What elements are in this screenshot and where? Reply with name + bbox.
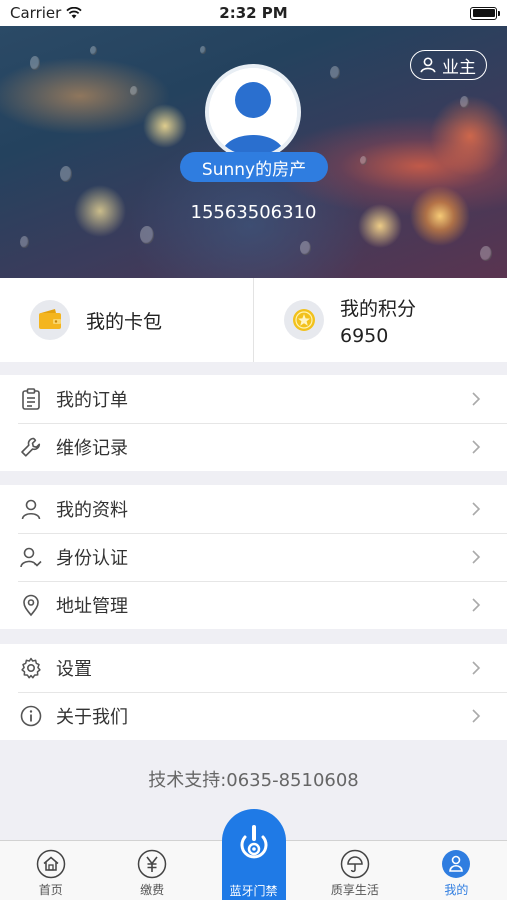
menu-item-label: 关于我们: [56, 707, 128, 728]
property-name-pill[interactable]: Sunny的房产: [180, 152, 328, 182]
tab-pay[interactable]: 缴费: [101, 841, 202, 900]
info-icon: [18, 703, 44, 729]
avatar[interactable]: [205, 64, 301, 160]
carrier-info: Carrier: [10, 4, 82, 22]
menu-item-identity-verification[interactable]: 身份认证: [0, 533, 507, 581]
person-check-icon: [18, 544, 44, 570]
tab-bluetooth-door[interactable]: 蓝牙门禁: [203, 809, 304, 900]
bluetooth-key-icon: [240, 825, 268, 859]
wallet-icon: [30, 300, 70, 340]
wallet-label: 我的卡包: [86, 310, 163, 333]
menu-group-system: 设置 关于我们: [0, 644, 507, 740]
points-button[interactable]: 我的积分 6950: [253, 278, 507, 362]
tab-bluetooth-door-label: 蓝牙门禁: [229, 884, 278, 898]
tab-home[interactable]: 首页: [0, 841, 101, 900]
property-name: Sunny的房产: [201, 159, 307, 180]
points-label: 我的积分: [340, 297, 417, 320]
chevron-right-icon: [469, 550, 483, 564]
tab-mine-label: 我的: [444, 883, 469, 897]
chevron-right-icon: [469, 598, 483, 612]
user-active-icon: [442, 850, 471, 878]
status-bar: Carrier 2:32 PM: [0, 0, 507, 26]
bluetooth-door-button[interactable]: 蓝牙门禁: [221, 809, 286, 900]
tab-quality-life[interactable]: 质享生活: [304, 841, 405, 900]
menu-item-label: 地址管理: [56, 596, 128, 617]
menu-group-orders: 我的订单 维修记录: [0, 375, 507, 471]
menu-item-my-profile[interactable]: 我的资料: [0, 485, 507, 533]
menu-item-settings[interactable]: 设置: [0, 644, 507, 692]
chevron-right-icon: [469, 502, 483, 516]
menu-item-label: 身份认证: [56, 548, 128, 569]
menu-item-repair-records[interactable]: 维修记录: [0, 423, 507, 471]
tab-home-label: 首页: [38, 883, 63, 897]
user-outline-icon: [420, 57, 436, 73]
points-coin-icon: [284, 300, 324, 340]
menu-item-label: 维修记录: [56, 438, 128, 459]
menu-item-orders[interactable]: 我的订单: [0, 375, 507, 423]
owner-role-button[interactable]: 业主: [410, 50, 487, 80]
person-icon: [18, 496, 44, 522]
menu-item-label: 我的资料: [56, 500, 128, 521]
profile-header: 业主 Sunny的房产 15563506310: [0, 26, 507, 278]
menu-item-label: 设置: [56, 659, 92, 680]
umbrella-icon: [340, 849, 370, 879]
wrench-icon: [18, 434, 44, 460]
yuan-icon: [137, 849, 167, 879]
points-value: 6950: [340, 324, 389, 347]
chevron-right-icon: [469, 440, 483, 454]
tab-mine[interactable]: 我的: [406, 841, 507, 900]
menu-item-about-us[interactable]: 关于我们: [0, 692, 507, 740]
menu-group-profile: 我的资料 身份认证 地址管理: [0, 485, 507, 629]
tab-bar: 首页 缴费 蓝牙门禁 质享生活 我的: [0, 809, 507, 900]
default-avatar-icon: [209, 68, 297, 156]
menu-item-address-management[interactable]: 地址管理: [0, 581, 507, 629]
tech-support-text: 技术支持:0635-8510608: [148, 770, 359, 791]
location-pin-icon: [18, 592, 44, 618]
wifi-icon: [66, 7, 82, 19]
gear-icon: [18, 655, 44, 681]
home-icon: [36, 849, 65, 879]
chevron-right-icon: [469, 392, 483, 406]
tab-quality-life-label: 质享生活: [330, 883, 379, 897]
quick-actions: 我的卡包 我的积分 6950: [0, 278, 507, 362]
wallet-button[interactable]: 我的卡包: [0, 278, 253, 362]
tab-pay-label: 缴费: [140, 883, 165, 897]
phone-number: 15563506310: [190, 202, 317, 223]
chevron-right-icon: [469, 709, 483, 723]
clipboard-icon: [18, 386, 44, 412]
owner-role-label: 业主: [442, 57, 476, 78]
chevron-right-icon: [469, 661, 483, 675]
menu-item-label: 我的订单: [56, 390, 128, 411]
carrier-label: Carrier: [10, 4, 62, 22]
battery-icon: [470, 6, 500, 20]
